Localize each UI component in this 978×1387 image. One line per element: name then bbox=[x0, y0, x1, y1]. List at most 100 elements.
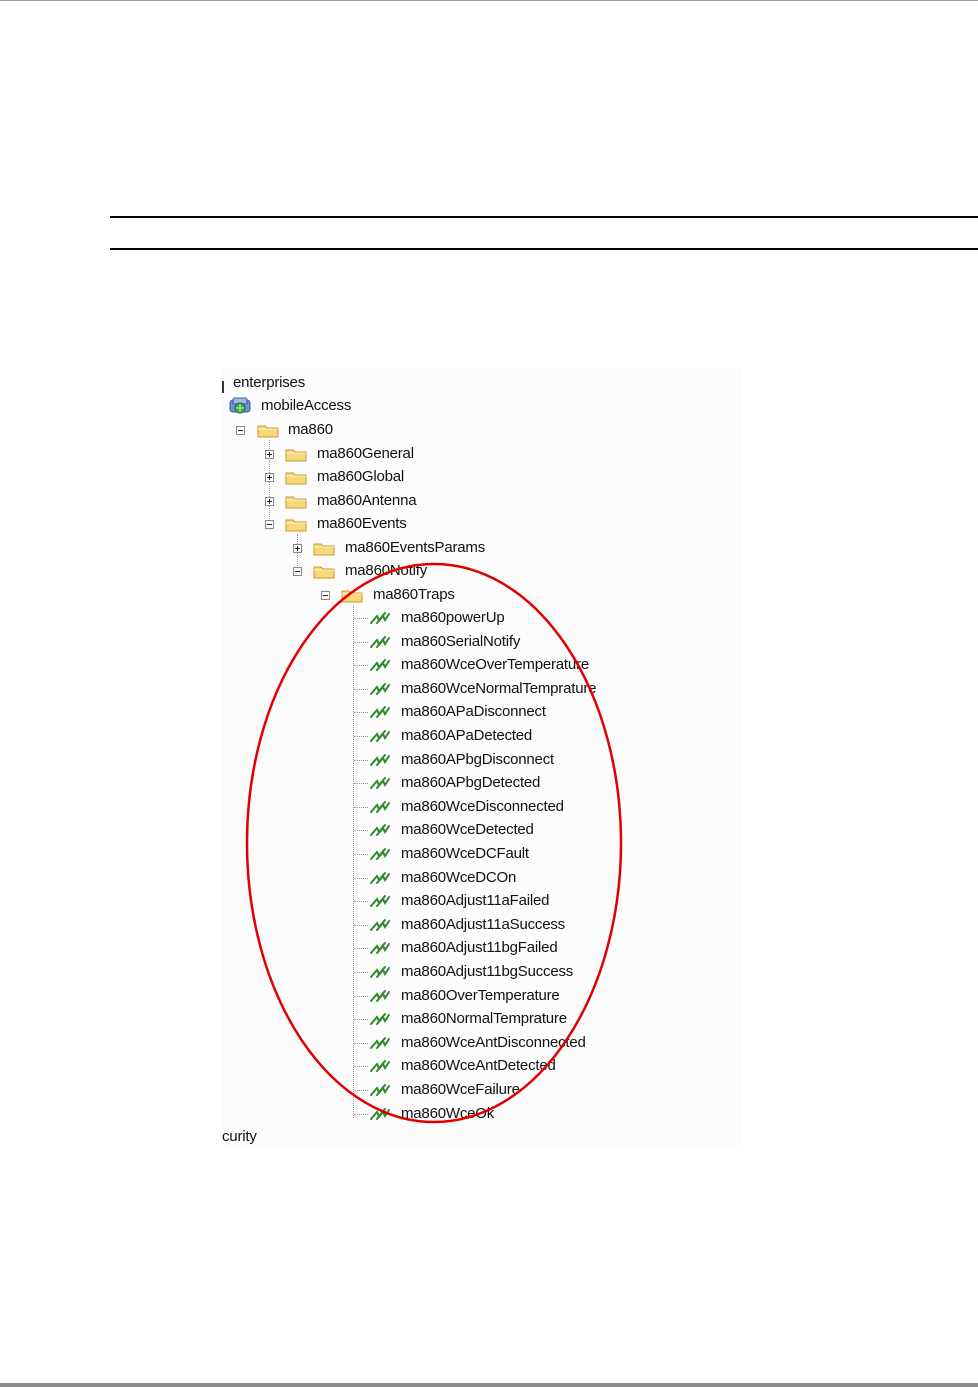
trap-notification-icon bbox=[370, 706, 390, 718]
tree-connector bbox=[354, 665, 368, 667]
tree-connector bbox=[354, 830, 368, 832]
trap-item-label: ma860WceDCFault bbox=[401, 845, 529, 862]
tree-node-label: mobileAccess bbox=[261, 397, 352, 414]
folder-icon bbox=[341, 590, 363, 603]
tree-connector bbox=[354, 1114, 368, 1116]
trap-item-label: ma860Adjust11bgSuccess bbox=[401, 963, 574, 980]
tree-node-label: ma860Notify bbox=[345, 562, 428, 579]
expand-toggle[interactable] bbox=[293, 544, 302, 553]
tree-connector bbox=[354, 925, 368, 927]
trap-notification-icon bbox=[370, 777, 390, 789]
tree-connector bbox=[354, 618, 368, 620]
trap-notification-icon bbox=[370, 801, 390, 813]
trap-item-label: ma860WceAntDetected bbox=[401, 1057, 556, 1074]
trap-item-label: ma860NormalTemprature bbox=[401, 1010, 567, 1027]
tree-connector bbox=[354, 760, 368, 762]
trap-notification-icon bbox=[370, 919, 390, 931]
tree-connector bbox=[354, 878, 368, 880]
trap-item-label: ma860APbgDisconnect bbox=[401, 751, 554, 768]
tree-connector bbox=[354, 1043, 368, 1045]
trap-item-label: ma860OverTemperature bbox=[401, 987, 560, 1004]
tree-connector bbox=[354, 736, 368, 738]
trap-notification-icon bbox=[370, 636, 390, 648]
trap-notification-icon bbox=[370, 1060, 390, 1072]
trap-notification-icon bbox=[370, 966, 390, 978]
tree-node-label: ma860 bbox=[288, 421, 333, 438]
trap-notification-icon bbox=[370, 1013, 390, 1025]
trap-notification-icon bbox=[370, 730, 390, 742]
tree-connector bbox=[354, 996, 368, 998]
folder-icon bbox=[285, 472, 307, 485]
tree-node-label: ma860General bbox=[317, 445, 414, 462]
tree-node-label: ma860Events bbox=[317, 515, 407, 532]
trap-item-label: ma860APaDetected bbox=[401, 727, 533, 744]
expand-toggle[interactable] bbox=[265, 450, 274, 459]
trap-item-label: ma860Adjust11aSuccess bbox=[401, 916, 565, 933]
trap-notification-icon bbox=[370, 683, 390, 695]
trap-item-label: ma860WceNormalTemprature bbox=[401, 680, 597, 697]
folder-icon bbox=[285, 449, 307, 462]
collapse-toggle[interactable] bbox=[321, 591, 330, 600]
trap-item-label: ma860APbgDetected bbox=[401, 774, 541, 791]
tree-connector bbox=[354, 972, 368, 974]
tree-connector bbox=[354, 807, 368, 809]
trap-notification-icon bbox=[370, 942, 390, 954]
tree-connector bbox=[354, 901, 368, 903]
trap-notification-icon bbox=[370, 754, 390, 766]
page-bottom-rule bbox=[0, 1383, 978, 1387]
collapse-toggle[interactable] bbox=[265, 520, 274, 529]
trap-item-label: ma860APaDisconnect bbox=[401, 703, 546, 720]
tree-connector bbox=[354, 1066, 368, 1068]
expand-toggle[interactable] bbox=[265, 473, 274, 482]
trap-item-label: ma860WceDCOn bbox=[401, 869, 517, 886]
tree-connector bbox=[354, 1019, 368, 1021]
trap-notification-icon bbox=[370, 824, 390, 836]
trap-item-label: ma860Adjust11bgFailed bbox=[401, 939, 558, 956]
trap-notification-icon bbox=[370, 1108, 390, 1120]
tree-node-label: ma860EventsParams bbox=[345, 539, 486, 556]
tree-node-label: ma860Traps bbox=[373, 586, 455, 603]
page-top-rule bbox=[0, 0, 978, 1]
trap-item-label: ma860Adjust11aFailed bbox=[401, 892, 550, 909]
tree-connector bbox=[354, 783, 368, 785]
tree-connector bbox=[354, 854, 368, 856]
trap-notification-icon bbox=[370, 872, 390, 884]
table-bottom-rule bbox=[110, 248, 978, 250]
tree-connector bbox=[353, 605, 355, 1118]
trap-item-label: ma860WceFailure bbox=[401, 1081, 520, 1098]
tree-connector bbox=[354, 712, 368, 714]
tree-node-label: curity bbox=[222, 1128, 257, 1145]
trap-item-label: ma860WceDisconnected bbox=[401, 798, 564, 815]
network-globe-icon bbox=[229, 397, 251, 414]
collapse-toggle[interactable] bbox=[236, 426, 245, 435]
tree-node-label: enterprises bbox=[233, 374, 306, 391]
tree-node-label: ma860Antenna bbox=[317, 492, 417, 509]
trap-item-label: ma860WceAntDisconnected bbox=[401, 1034, 586, 1051]
tree-node-label: ma860Global bbox=[317, 468, 405, 485]
trap-notification-icon bbox=[370, 659, 390, 671]
tree-connector bbox=[354, 689, 368, 691]
tree-connector bbox=[354, 948, 368, 950]
folder-icon bbox=[285, 496, 307, 509]
trap-item-label: ma860powerUp bbox=[401, 609, 505, 626]
expand-toggle[interactable] bbox=[265, 497, 274, 506]
trap-item-label: ma860SerialNotify bbox=[401, 633, 521, 650]
trap-notification-icon bbox=[370, 1084, 390, 1096]
mib-tree-panel: enterprises mobileAccess ma860 ma860Gene… bbox=[222, 368, 742, 1150]
tree-connector bbox=[354, 642, 368, 644]
trap-item-label: ma860WceOk bbox=[401, 1105, 495, 1122]
trap-item-label: ma860WceDetected bbox=[401, 821, 534, 838]
collapse-toggle[interactable] bbox=[293, 567, 302, 576]
folder-icon bbox=[313, 543, 335, 556]
trap-notification-icon bbox=[370, 895, 390, 907]
trap-notification-icon bbox=[370, 990, 390, 1002]
folder-icon bbox=[285, 519, 307, 532]
table-top-rule bbox=[110, 216, 978, 218]
tree-connector bbox=[354, 1090, 368, 1092]
trap-notification-icon bbox=[370, 848, 390, 860]
trap-notification-icon bbox=[370, 1037, 390, 1049]
trap-notification-icon bbox=[370, 612, 390, 624]
tree-connector bbox=[222, 381, 224, 393]
trap-item-label: ma860WceOverTemperature bbox=[401, 656, 589, 673]
folder-icon bbox=[313, 566, 335, 579]
